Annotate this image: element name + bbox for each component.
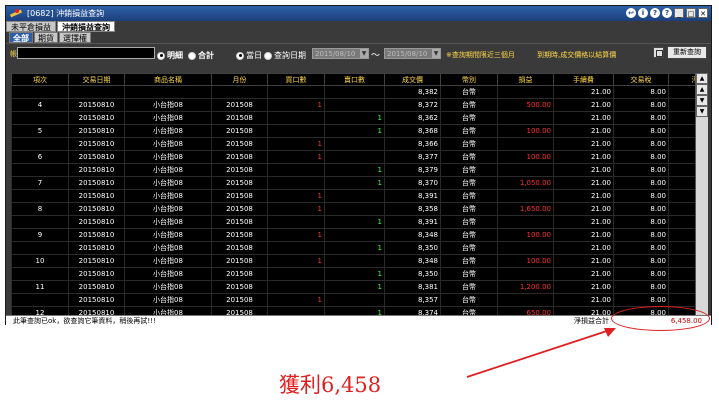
annotation-arrow: [466, 328, 616, 378]
arrow-head-icon: [604, 328, 616, 337]
arrow-line: [466, 328, 614, 378]
profit-annotation: 獲利6,458: [279, 373, 382, 397]
